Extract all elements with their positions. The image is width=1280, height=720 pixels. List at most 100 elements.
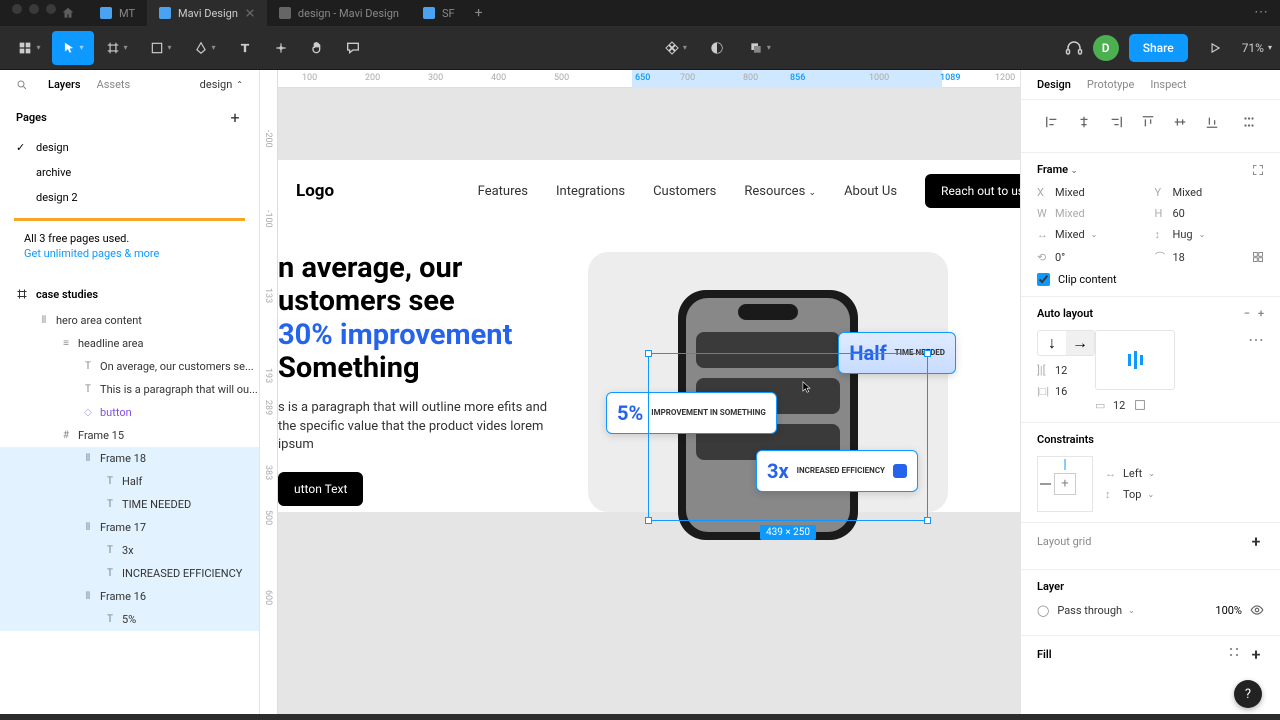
layers-tab[interactable]: Layers [48,78,81,91]
resources-tool[interactable] [264,31,298,65]
rotation-field[interactable]: ⟲0° [1037,249,1147,265]
autolayout-add-icon[interactable]: + [1258,307,1264,320]
radius-field[interactable]: ⌒18 [1155,249,1265,265]
text-tool[interactable] [228,31,262,65]
align-vcenter-icon[interactable] [1165,110,1195,134]
align-right-icon[interactable] [1101,110,1131,134]
more-menu-icon[interactable]: ⋯ [1254,4,1268,20]
alignment-box[interactable] [1095,330,1175,390]
headline: n average, our ustomers see 30% improvem… [278,252,558,385]
page-selector[interactable]: design ⌃ [200,78,243,91]
nav-item: Resources ⌄ [744,184,816,199]
padding-expand-icon[interactable] [1133,398,1147,412]
distribute-icon[interactable] [1234,110,1264,134]
artboard[interactable]: Logo Features Integrations Customers Res… [278,160,1020,512]
visual-card: Half TIME NEEDED 5% IMPROVEMENT IN SOMET… [588,252,948,512]
user-avatar[interactable]: D [1093,35,1119,61]
mask-tool[interactable] [700,31,734,65]
add-grid-button[interactable]: + [1248,533,1264,549]
file-tab-active[interactable]: Mavi Design [147,0,267,26]
align-top-icon[interactable] [1133,110,1163,134]
move-tool[interactable]: ▾ [52,31,94,65]
main-menu-button[interactable]: ▾ [8,31,50,65]
help-button[interactable]: ? [1234,680,1262,708]
new-tab-button[interactable]: + [467,5,491,21]
boolean-tool[interactable]: ▾ [738,31,780,65]
layer-root[interactable]: case studies [0,280,259,309]
file-tabs-bar: MT Mavi Design design - Mavi Design SF + [0,0,1280,26]
main-toolbar: ▾ ▾ ▾ ▾ ▾ ▾ ▾ D Share 71%▾ [0,26,1280,70]
constraint-box[interactable]: + [1037,456,1093,512]
file-tab[interactable]: MT [88,0,147,26]
search-icon[interactable] [16,79,28,91]
layer-item[interactable]: ⫴Frame 17 [0,516,259,539]
layer-item[interactable]: T5% [0,608,259,631]
layer-item[interactable]: ⫴Frame 16 [0,585,259,608]
x-field[interactable]: XMixed [1037,186,1147,199]
align-hcenter-icon[interactable] [1069,110,1099,134]
direction-vertical-icon[interactable]: ↓ [1038,331,1066,355]
page-item[interactable]: design 2 [0,185,259,210]
radius-expand-icon[interactable] [1252,251,1264,263]
autolayout-more-icon[interactable]: ⋯ [1248,330,1264,412]
resize-w-field[interactable]: ↔Mixed ⌄ [1037,228,1147,241]
styles-icon[interactable] [1228,646,1240,658]
autolayout-remove-icon[interactable]: − [1244,307,1250,320]
constraint-v-field[interactable]: ↕Top ⌄ [1105,488,1155,501]
layer-item[interactable]: ⫴hero area content [0,309,259,332]
file-tab[interactable]: design - Mavi Design [267,0,411,26]
add-fill-button[interactable]: + [1248,646,1264,662]
resize-h-field[interactable]: ↕Hug ⌄ [1155,228,1265,241]
w-field[interactable]: WMixed [1037,207,1147,220]
file-tab[interactable]: SF [411,0,467,26]
shape-tool[interactable]: ▾ [140,31,182,65]
constraint-h-field[interactable]: ↔Left ⌄ [1105,467,1155,480]
headphones-icon[interactable] [1065,39,1083,57]
direction-horizontal-icon[interactable]: → [1066,331,1094,355]
close-icon[interactable] [245,8,255,18]
layer-item[interactable]: TTIME NEEDED [0,493,259,516]
components-menu[interactable]: ▾ [654,31,696,65]
layer-item[interactable]: ◇button [0,401,259,424]
y-field[interactable]: YMixed [1155,186,1265,199]
layer-item[interactable]: TOn average, our customers se... [0,355,259,378]
padding-h-field[interactable]: |□|16 [1037,385,1095,398]
blend-icon[interactable]: ◯ [1037,604,1049,617]
layer-item[interactable]: T3x [0,539,259,562]
page-item[interactable]: archive [0,160,259,185]
nav-item: Features [478,184,528,199]
align-left-icon[interactable] [1037,110,1067,134]
layer-item[interactable]: TThis is a paragraph that will ou... [0,378,259,401]
pen-tool[interactable]: ▾ [184,31,226,65]
upgrade-link[interactable]: Get unlimited pages & more [24,247,159,260]
design-tab[interactable]: Design [1037,78,1071,91]
inspect-tab[interactable]: Inspect [1150,78,1186,91]
page-item[interactable]: ✓design [0,135,259,160]
layer-item[interactable]: #Frame 15 [0,424,259,447]
share-button[interactable]: Share [1129,34,1188,62]
zoom-control[interactable]: 71%▾ [1242,41,1272,55]
add-page-button[interactable]: + [227,109,243,125]
canvas[interactable]: 100200300400500650700800856100010891200 … [260,70,1020,714]
layer-item[interactable]: TINCREASED EFFICIENCY [0,562,259,585]
opacity-field[interactable]: 100% [1215,604,1242,617]
present-button[interactable] [1198,31,1232,65]
layer-item[interactable]: ≡headline area [0,332,259,355]
stat-badge-5pct: 5% IMPROVEMENT IN SOMETHING [606,392,777,434]
gap-field[interactable]: ]|[12 [1037,364,1095,377]
hand-tool[interactable] [300,31,334,65]
prototype-tab[interactable]: Prototype [1087,78,1134,91]
padding-v-field[interactable]: ▭12 [1095,398,1125,412]
clip-content-checkbox[interactable]: Clip content [1037,273,1264,286]
frame-tool[interactable]: ▾ [96,31,138,65]
layer-item[interactable]: THalf [0,470,259,493]
resize-fit-icon[interactable] [1252,164,1264,176]
layer-item[interactable]: ⫴Frame 18 [0,447,259,470]
blend-mode-field[interactable]: Pass through ⌄ [1057,604,1135,617]
align-bottom-icon[interactable] [1197,110,1227,134]
h-field[interactable]: H60 [1155,207,1265,220]
assets-tab[interactable]: Assets [97,78,131,91]
visibility-icon[interactable] [1250,603,1264,617]
home-icon[interactable] [60,6,76,20]
comment-tool[interactable] [336,31,370,65]
